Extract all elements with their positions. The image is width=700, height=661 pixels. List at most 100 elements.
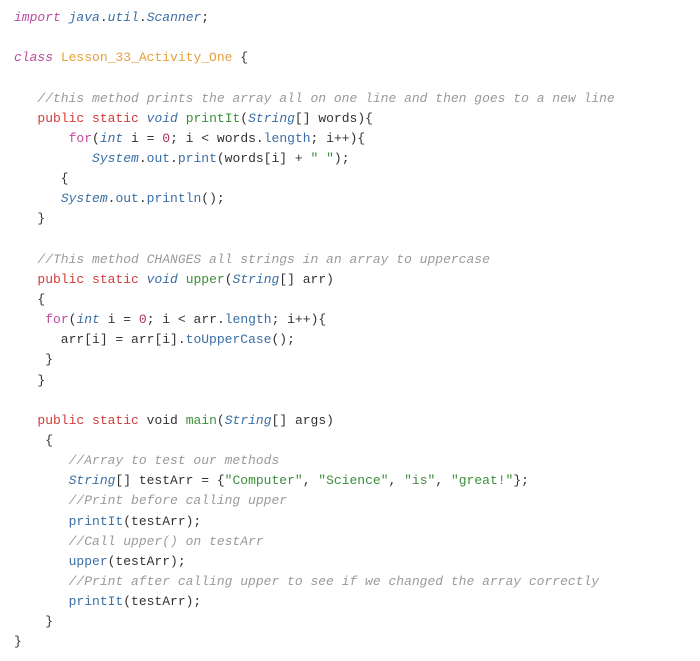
token-punct: i <box>100 312 123 327</box>
token-punct: , <box>389 473 405 488</box>
code-line: } <box>14 614 53 629</box>
token-kw-static: static <box>92 111 139 126</box>
token-punct: ( <box>240 111 248 126</box>
token-punct: arr[i]. <box>123 332 185 347</box>
token-punct: } <box>14 614 53 629</box>
code-line: //Array to test our methods <box>14 453 279 468</box>
token-punct: (testArr); <box>123 594 201 609</box>
token-pkg: Scanner <box>147 10 202 25</box>
token-op: < <box>201 131 209 146</box>
token-punct <box>14 514 69 529</box>
token-punct: } <box>14 211 45 226</box>
token-punct: . <box>217 312 225 327</box>
token-kw-void: void <box>147 272 178 287</box>
code-line: //Call upper() on testArr <box>14 534 264 549</box>
token-punct <box>61 10 69 25</box>
code-line: System.out.print(words[i] + " "); <box>14 151 350 166</box>
token-punct: (words[i] <box>217 151 295 166</box>
token-punct <box>14 272 37 287</box>
token-punct: . <box>139 191 147 206</box>
token-punct <box>178 413 186 428</box>
code-line: import java.util.Scanner; <box>14 10 209 25</box>
code-line: { <box>14 171 69 186</box>
token-punct <box>14 413 37 428</box>
token-str: "Computer" <box>225 473 303 488</box>
token-kw-public: public <box>37 272 84 287</box>
token-punct <box>84 272 92 287</box>
code-line: printIt(testArr); <box>14 594 201 609</box>
token-punct <box>14 312 45 327</box>
token-var: words <box>318 111 357 126</box>
token-comment: //Array to test our methods <box>69 453 280 468</box>
token-op: ++ <box>295 312 311 327</box>
token-punct <box>14 574 69 589</box>
token-pkg: java <box>69 10 100 25</box>
token-sysclass: System <box>61 191 108 206</box>
token-method: printIt <box>69 514 124 529</box>
token-punct: } <box>14 373 45 388</box>
token-type: String <box>233 272 280 287</box>
token-method: printIt <box>69 594 124 609</box>
token-prop: out <box>115 191 138 206</box>
token-punct <box>303 151 311 166</box>
token-punct: , <box>435 473 451 488</box>
token-kw-import: import <box>14 10 61 25</box>
token-punct: i <box>123 131 146 146</box>
token-punct: ; <box>201 10 209 25</box>
token-punct: [] <box>295 111 318 126</box>
token-punct: { <box>232 50 248 65</box>
token-punct <box>178 111 186 126</box>
token-punct <box>14 111 37 126</box>
code-line: printIt(testArr); <box>14 514 201 529</box>
token-punct: ; i <box>147 312 178 327</box>
token-str: "is" <box>404 473 435 488</box>
token-punct: ( <box>217 413 225 428</box>
token-method: upper <box>69 554 108 569</box>
token-punct <box>14 453 69 468</box>
token-type: String <box>69 473 116 488</box>
code-line: } <box>14 634 22 649</box>
code-line: public static void main(String[] args) <box>14 413 334 428</box>
token-punct <box>139 272 147 287</box>
token-kw-for: for <box>45 312 68 327</box>
token-punct: ); <box>334 151 350 166</box>
token-type: String <box>248 111 295 126</box>
token-punct: } <box>14 634 22 649</box>
token-punct: ){ <box>357 111 373 126</box>
token-pkg: util <box>108 10 139 25</box>
code-line: //this method prints the array all on on… <box>14 91 615 106</box>
token-kw-public: public <box>37 413 84 428</box>
token-punct: [] <box>279 272 302 287</box>
token-punct <box>14 252 37 267</box>
token-punct <box>14 594 69 609</box>
token-punct: (testArr); <box>108 554 186 569</box>
token-punct: }; <box>513 473 529 488</box>
token-punct: ; i <box>170 131 201 146</box>
token-sysclass: System <box>92 151 139 166</box>
code-line: for(int i = 0; i < words.length; i++){ <box>14 131 365 146</box>
token-num: 0 <box>162 131 170 146</box>
token-punct: arr[i] <box>14 332 115 347</box>
token-kw-int: int <box>100 131 123 146</box>
code-line: { <box>14 292 45 307</box>
token-kw-for: for <box>69 131 92 146</box>
code-line: class Lesson_33_Activity_One { <box>14 50 248 65</box>
code-block: import java.util.Scanner; class Lesson_3… <box>14 8 686 653</box>
token-punct: ( <box>225 272 233 287</box>
token-punct <box>139 413 147 428</box>
token-method-def: upper <box>186 272 225 287</box>
code-line: System.out.println(); <box>14 191 225 206</box>
token-var: testArr <box>139 473 194 488</box>
code-line: arr[i] = arr[i].toUpperCase(); <box>14 332 295 347</box>
token-kw-static: static <box>92 413 139 428</box>
token-method: print <box>178 151 217 166</box>
token-comment: //This method CHANGES all strings in an … <box>37 252 489 267</box>
token-punct: ; i <box>272 312 295 327</box>
code-line: public static void printIt(String[] word… <box>14 111 373 126</box>
code-line: upper(testArr); <box>14 554 186 569</box>
token-kw-void: void <box>147 111 178 126</box>
token-punct: (); <box>271 332 294 347</box>
code-line: } <box>14 211 45 226</box>
token-op: < <box>178 312 186 327</box>
token-punct: . <box>139 10 147 25</box>
